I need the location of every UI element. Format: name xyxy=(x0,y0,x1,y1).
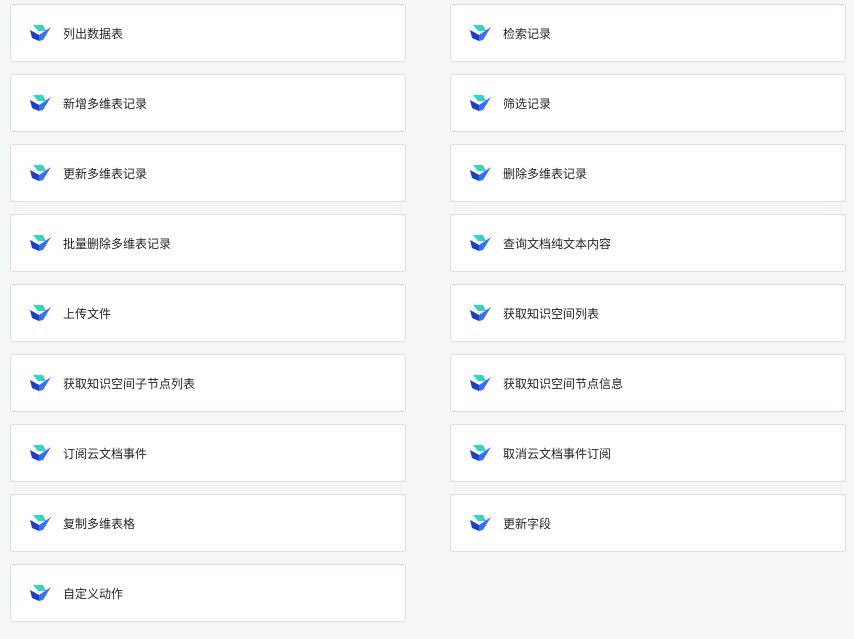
action-card-label: 列出数据表 xyxy=(63,26,124,41)
lark-logo-icon xyxy=(470,234,492,252)
action-card-label: 检索记录 xyxy=(503,26,552,41)
action-card-unsubscribe-doc-events[interactable]: 取消云文档事件订阅 xyxy=(450,424,846,482)
action-card-subscribe-doc-events[interactable]: 订阅云文档事件 xyxy=(10,424,406,482)
action-card-label: 筛选记录 xyxy=(503,96,552,111)
action-card-label: 获取知识空间列表 xyxy=(503,306,600,321)
action-card-label: 更新字段 xyxy=(503,516,552,531)
action-card-upload-file[interactable]: 上传文件 xyxy=(10,284,406,342)
lark-logo-icon xyxy=(30,444,52,462)
lark-logo-icon xyxy=(470,374,492,392)
action-card-label: 获取知识空间节点信息 xyxy=(503,376,624,391)
lark-logo-icon xyxy=(30,374,52,392)
action-card-get-wiki-space-list[interactable]: 获取知识空间列表 xyxy=(450,284,846,342)
action-card-label: 取消云文档事件订阅 xyxy=(503,446,612,461)
lark-logo-icon xyxy=(470,304,492,322)
action-card-update-field[interactable]: 更新字段 xyxy=(450,494,846,552)
action-card-custom-action[interactable]: 自定义动作 xyxy=(10,564,406,622)
action-card-label: 更新多维表记录 xyxy=(63,166,148,181)
action-card-add-bitable-record[interactable]: 新增多维表记录 xyxy=(10,74,406,132)
action-card-label: 上传文件 xyxy=(63,306,112,321)
action-card-label: 获取知识空间子节点列表 xyxy=(63,376,196,391)
action-card-batch-delete-bitable-records[interactable]: 批量删除多维表记录 xyxy=(10,214,406,272)
action-card-label: 自定义动作 xyxy=(63,586,124,601)
action-card-label: 删除多维表记录 xyxy=(503,166,588,181)
lark-logo-icon xyxy=(30,164,52,182)
action-card-search-records[interactable]: 检索记录 xyxy=(450,4,846,62)
action-card-label: 订阅云文档事件 xyxy=(63,446,148,461)
action-card-update-bitable-record[interactable]: 更新多维表记录 xyxy=(10,144,406,202)
lark-logo-icon xyxy=(30,304,52,322)
action-card-list-tables[interactable]: 列出数据表 xyxy=(10,4,406,62)
lark-logo-icon xyxy=(30,94,52,112)
action-card-query-doc-plain-text[interactable]: 查询文档纯文本内容 xyxy=(450,214,846,272)
lark-logo-icon xyxy=(470,444,492,462)
lark-logo-icon xyxy=(30,584,52,602)
action-card-label: 复制多维表格 xyxy=(63,516,136,531)
lark-logo-icon xyxy=(470,94,492,112)
action-card-label: 新增多维表记录 xyxy=(63,96,148,111)
lark-logo-icon xyxy=(470,514,492,532)
lark-logo-icon xyxy=(30,24,52,42)
action-card-label: 批量删除多维表记录 xyxy=(63,236,172,251)
lark-logo-icon xyxy=(470,24,492,42)
lark-logo-icon xyxy=(30,234,52,252)
lark-logo-icon xyxy=(30,514,52,532)
lark-logo-icon xyxy=(470,164,492,182)
action-card-label: 查询文档纯文本内容 xyxy=(503,236,612,251)
action-card-delete-bitable-record[interactable]: 删除多维表记录 xyxy=(450,144,846,202)
action-card-grid: 列出数据表 检索记录新增多维表记录 筛选记录更新多维表记录 删除多维表记录批量删除多维… xyxy=(10,4,846,622)
action-card-copy-bitable[interactable]: 复制多维表格 xyxy=(10,494,406,552)
action-card-get-wiki-node-info[interactable]: 获取知识空间节点信息 xyxy=(450,354,846,412)
action-card-get-wiki-child-node-list[interactable]: 获取知识空间子节点列表 xyxy=(10,354,406,412)
action-card-filter-records[interactable]: 筛选记录 xyxy=(450,74,846,132)
